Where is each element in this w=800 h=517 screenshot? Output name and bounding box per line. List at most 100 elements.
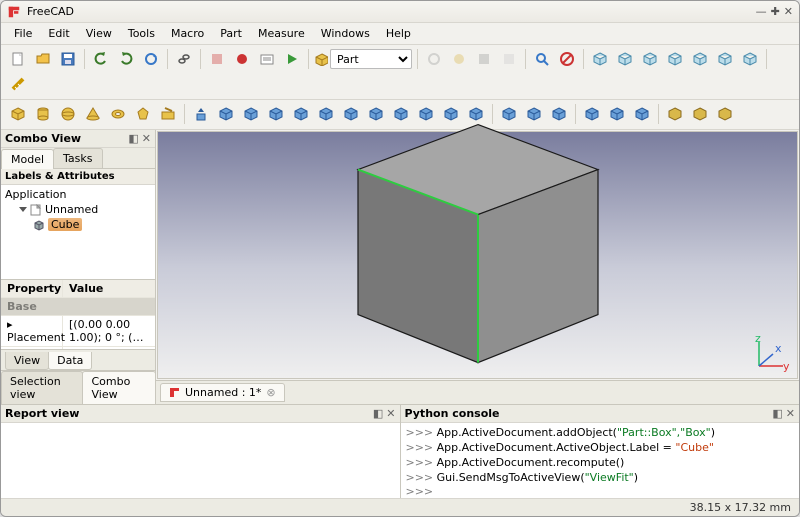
measure-button[interactable] (7, 73, 29, 95)
defeature-button[interactable] (689, 103, 711, 125)
svg-text:x: x (775, 342, 782, 355)
refresh-button[interactable] (140, 48, 162, 70)
tree-object-cube[interactable]: Cube (31, 217, 153, 232)
python-console-body[interactable]: >>> App.ActiveDocument.addObject("Part::… (401, 423, 800, 498)
panel-close-button[interactable]: ✕ (386, 407, 395, 420)
cone-button[interactable] (82, 103, 104, 125)
combo-view-tabs: ModelTasks (1, 148, 155, 169)
expand-icon[interactable] (19, 207, 27, 212)
titlebar: FreeCAD — ✚ ✕ (1, 1, 799, 23)
tab-model[interactable]: Model (1, 149, 54, 169)
builder-button[interactable] (157, 103, 179, 125)
report-view-body[interactable] (1, 423, 400, 498)
nav3-button[interactable] (498, 48, 520, 70)
tree-root[interactable]: Application (3, 187, 153, 202)
menu-view[interactable]: View (79, 25, 119, 42)
panel-float-button[interactable]: ◧ (772, 407, 782, 420)
main-area: Combo View ◧✕ ModelTasks Labels & Attrib… (1, 130, 799, 404)
3d-viewport[interactable]: z y x (157, 131, 798, 379)
chamfer-button[interactable] (290, 103, 312, 125)
tab-combo-view[interactable]: Combo View (82, 371, 156, 404)
menu-windows[interactable]: Windows (314, 25, 377, 42)
prop-header-value: Value (63, 280, 155, 297)
prop-header-property: Property (1, 280, 63, 297)
bool3-button[interactable] (631, 103, 653, 125)
macros-button[interactable] (256, 48, 278, 70)
menu-tools[interactable]: Tools (121, 25, 162, 42)
model-tree[interactable]: Application Unnamed Cube (1, 185, 155, 280)
app-logo-icon (7, 5, 21, 19)
cube-3d-render (333, 115, 623, 375)
menu-edit[interactable]: Edit (41, 25, 76, 42)
menu-measure[interactable]: Measure (251, 25, 312, 42)
left-view-button[interactable] (739, 48, 761, 70)
panel-float-button[interactable]: ◧ (128, 132, 138, 145)
iso-view-button[interactable] (589, 48, 611, 70)
report-view-panel: Report view ◧✕ (1, 405, 401, 498)
cube-icon (33, 219, 45, 231)
open-button[interactable] (32, 48, 54, 70)
document-tab-bar: Unnamed : 1* ⊗ (156, 380, 799, 404)
fillet-button[interactable] (265, 103, 287, 125)
menu-part[interactable]: Part (213, 25, 249, 42)
combo-view-title: Combo View (5, 132, 81, 145)
prop-row[interactable]: ▸ Placement[(0.00 0.00 1.00); 0 °; (… (1, 316, 155, 347)
nav1-button[interactable] (448, 48, 470, 70)
top-view-button[interactable] (639, 48, 661, 70)
tab-selection-view[interactable]: Selection view (1, 371, 83, 404)
sphere-button[interactable] (57, 103, 79, 125)
document-tab[interactable]: Unnamed : 1* ⊗ (160, 383, 285, 402)
prism-button[interactable] (132, 103, 154, 125)
link-button[interactable] (173, 48, 195, 70)
cube-button[interactable] (7, 103, 29, 125)
menu-file[interactable]: File (7, 25, 39, 42)
app-title: FreeCAD (27, 5, 74, 18)
extrude-button[interactable] (190, 103, 212, 125)
new-button[interactable] (7, 48, 29, 70)
tree-document[interactable]: Unnamed (17, 202, 153, 217)
panel-close-button[interactable]: ✕ (786, 407, 795, 420)
cylinder-button[interactable] (32, 103, 54, 125)
torus-button[interactable] (107, 103, 129, 125)
view-data-tabs: ViewData (1, 349, 155, 370)
bottom-panels: Report view ◧✕ Python console ◧✕ >>> App… (1, 404, 799, 498)
save-button[interactable] (57, 48, 79, 70)
tab-close-button[interactable]: ⊗ (266, 386, 275, 399)
selection-tabs: Selection viewCombo View (1, 370, 155, 404)
minimize-button[interactable]: — (756, 5, 767, 18)
redo-button[interactable] (115, 48, 137, 70)
stop-macro-button[interactable] (206, 48, 228, 70)
menu-macro[interactable]: Macro (164, 25, 211, 42)
panel-close-button[interactable]: ✕ (142, 132, 151, 145)
svg-text:y: y (783, 360, 790, 372)
back-view-button[interactable] (689, 48, 711, 70)
bottom-view-button[interactable] (714, 48, 736, 70)
menu-help[interactable]: Help (379, 25, 418, 42)
front-view-button[interactable] (614, 48, 636, 70)
close-button[interactable]: ✕ (784, 5, 793, 18)
panel-float-button[interactable]: ◧ (373, 407, 383, 420)
right-view-button[interactable] (664, 48, 686, 70)
check-button[interactable] (664, 103, 686, 125)
property-table[interactable]: PropertyValueBase▸ Placement[(0.00 0.00 … (1, 280, 155, 349)
tab-data[interactable]: Data (48, 352, 92, 370)
sidebar: Combo View ◧✕ ModelTasks Labels & Attrib… (1, 130, 156, 404)
svg-text:z: z (755, 334, 761, 345)
block-button[interactable] (556, 48, 578, 70)
python-console-panel: Python console ◧✕ >>> App.ActiveDocument… (401, 405, 800, 498)
undo-button[interactable] (90, 48, 112, 70)
attach-button[interactable] (714, 103, 736, 125)
revolve-button[interactable] (215, 103, 237, 125)
play-macro-button[interactable] (281, 48, 303, 70)
menubar: FileEditViewToolsMacroPartMeasureWindows… (1, 23, 799, 45)
zoom-fit-button[interactable] (531, 48, 553, 70)
workbench-selector[interactable]: Part (330, 49, 412, 69)
tab-view[interactable]: View (5, 352, 49, 370)
maximize-button[interactable]: ✚ (771, 5, 780, 18)
mirror-button[interactable] (240, 103, 262, 125)
axis-indicator-icon[interactable]: z y x (753, 334, 791, 372)
nav2-button[interactable] (473, 48, 495, 70)
record-macro-button[interactable] (231, 48, 253, 70)
tab-tasks[interactable]: Tasks (53, 148, 102, 168)
redo2-button[interactable] (423, 48, 445, 70)
